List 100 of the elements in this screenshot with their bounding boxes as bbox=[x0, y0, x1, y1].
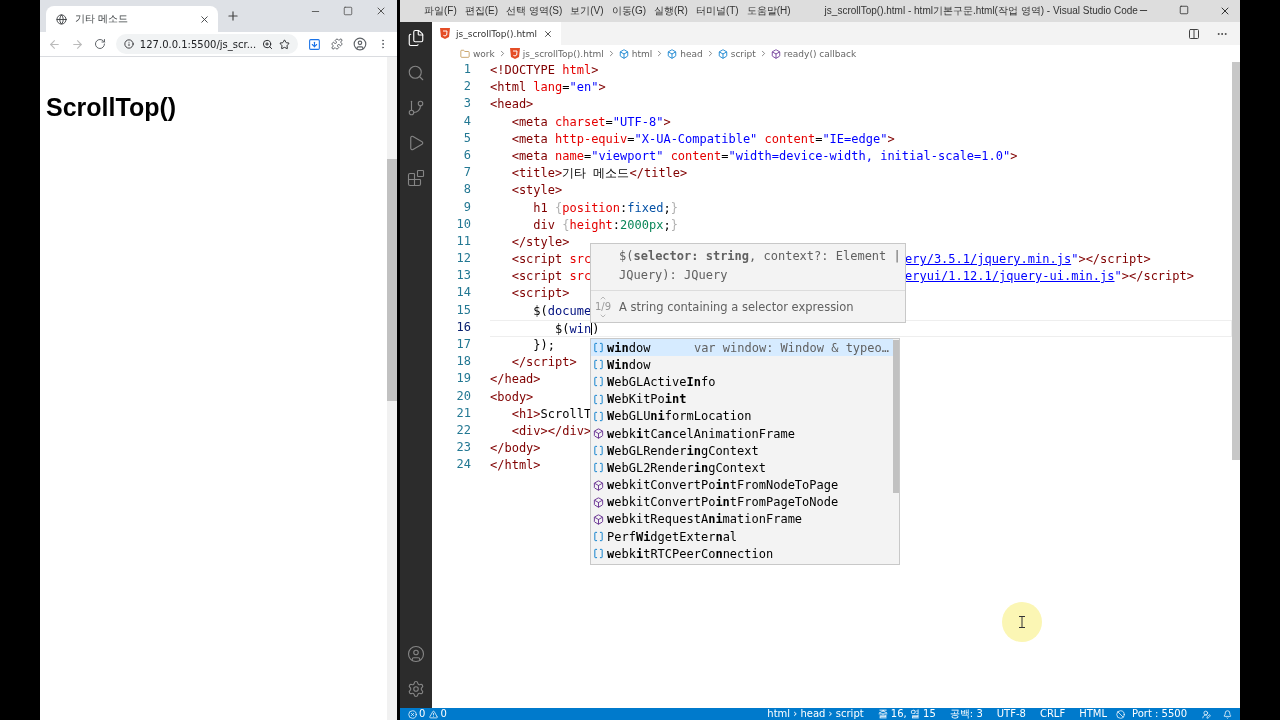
suggestion-item[interactable]: Window bbox=[591, 356, 893, 374]
cube-icon bbox=[593, 479, 604, 491]
variable-icon bbox=[593, 445, 604, 457]
line-number: 11 bbox=[455, 233, 472, 250]
breadcrumb[interactable]: ready() callback bbox=[783, 48, 857, 59]
editor-tab[interactable]: js_scrollTop().html bbox=[432, 22, 561, 45]
profile-icon[interactable] bbox=[353, 37, 368, 51]
suggestion-item[interactable]: webkitCancelAnimationFrame bbox=[591, 424, 893, 443]
search-icon[interactable] bbox=[407, 64, 425, 82]
cube-icon bbox=[618, 48, 629, 59]
files-icon[interactable] bbox=[407, 29, 425, 47]
maximize-icon[interactable] bbox=[343, 6, 353, 16]
line-number: 8 bbox=[462, 182, 472, 199]
suggestion-item[interactable]: webkitConvertPointFromPageToNode bbox=[591, 493, 893, 511]
breadcrumb[interactable]: script bbox=[730, 48, 756, 59]
feedback-icon[interactable] bbox=[1202, 709, 1211, 719]
code-line: <title>기타 메소드</title> bbox=[510, 166, 688, 182]
breadcrumb[interactable]: js_scrollTop().html bbox=[522, 48, 604, 59]
cube-icon bbox=[593, 496, 604, 508]
code-line: <script src bbox=[510, 252, 592, 268]
code-line: <html lang="en"> bbox=[490, 80, 606, 96]
suggestion-item[interactable]: WebGL2RenderingContext bbox=[591, 459, 893, 477]
suggestion-item[interactable]: window var window: Window & typeo… bbox=[591, 339, 893, 357]
close-icon[interactable] bbox=[375, 5, 387, 17]
suggestion-item[interactable]: webkitRTCPeerConnection bbox=[591, 545, 893, 563]
suggestion-item[interactable]: WebGLRenderingContext bbox=[591, 442, 893, 460]
code-line: <!DOCTYPE html> bbox=[490, 63, 599, 79]
bell-icon[interactable] bbox=[1223, 709, 1232, 719]
breadcrumb[interactable]: head bbox=[680, 48, 703, 59]
address-bar[interactable]: 127.0.0.1:5500/js_scr... bbox=[115, 34, 299, 54]
line-number: 5 bbox=[462, 130, 472, 147]
code-line: $(docume bbox=[532, 303, 592, 319]
scrollbar[interactable] bbox=[387, 57, 397, 720]
warning-icon bbox=[429, 709, 439, 719]
new-tab-icon[interactable] bbox=[226, 9, 240, 23]
split-editor-icon[interactable] bbox=[1188, 27, 1200, 40]
play-icon[interactable] bbox=[407, 134, 425, 152]
suggestion-item[interactable]: PerfWidgetExternal bbox=[591, 528, 893, 546]
status-item[interactable]: Port : 5500 bbox=[1127, 708, 1192, 720]
line-number: 20 bbox=[455, 388, 472, 405]
problem-count[interactable]: 0 bbox=[440, 708, 447, 720]
code-line: }); bbox=[532, 338, 556, 354]
code-line: div {height:2000px;} bbox=[532, 217, 678, 233]
suggestion-item[interactable]: webkitRequestAnimationFrame bbox=[591, 510, 893, 529]
maximize-icon[interactable] bbox=[1178, 5, 1189, 15]
download-icon[interactable] bbox=[308, 37, 322, 51]
cube-icon bbox=[667, 48, 678, 59]
code-line: <meta http-equiv="X-UA-Compatible" content="IE=edge"> bbox=[510, 131, 895, 147]
branch-icon[interactable] bbox=[407, 99, 425, 117]
status-item[interactable]: HTML bbox=[1074, 708, 1112, 720]
status-item[interactable]: html › head › script bbox=[762, 708, 869, 720]
info-icon bbox=[123, 39, 134, 49]
status-item[interactable]: 공백: 3 bbox=[944, 708, 988, 720]
breadcrumb[interactable]: html bbox=[631, 48, 653, 59]
problem-count[interactable]: 0 bbox=[419, 708, 426, 720]
code-line: ery/3.5.1/jquery.min.js"></script> bbox=[905, 252, 1151, 268]
menu-item[interactable]: 도움말(H) bbox=[742, 4, 795, 18]
suggestion-item[interactable]: WebGLActiveInfo bbox=[591, 373, 893, 391]
globe-icon bbox=[56, 13, 67, 25]
code-line: <head> bbox=[490, 97, 534, 113]
account-icon[interactable] bbox=[407, 645, 425, 663]
extensions-icon[interactable] bbox=[331, 38, 344, 50]
status-item[interactable]: CRLF bbox=[1034, 708, 1071, 720]
menu-item[interactable]: 실행(R) bbox=[650, 4, 692, 18]
suggestion-item[interactable]: WebGLUniformLocation bbox=[591, 407, 893, 425]
code-line: </body> bbox=[490, 441, 541, 457]
menu-item[interactable]: 터미널(T) bbox=[691, 4, 743, 18]
code-line: <meta name="viewport" content="width=device-width, initial-scale=1.0"> bbox=[510, 148, 1018, 165]
variable-icon bbox=[593, 359, 604, 371]
line-number: 9 bbox=[462, 199, 472, 216]
blocks-icon[interactable] bbox=[407, 169, 425, 187]
window-title: js_scrollTop().html - html기본구문.html(작업 영역) - Visual Studio Code bbox=[824, 4, 1138, 18]
status-item[interactable]: UTF-8 bbox=[991, 708, 1031, 720]
line-number: 19 bbox=[455, 371, 472, 388]
menu-item[interactable]: 파일(F) bbox=[420, 4, 461, 18]
suggestion-item[interactable]: WebKitPoint bbox=[591, 390, 893, 408]
variable-icon bbox=[593, 410, 604, 422]
cube-icon bbox=[770, 48, 781, 59]
line-number: 10 bbox=[455, 216, 472, 233]
line-number: 2 bbox=[462, 79, 472, 96]
line-number: 3 bbox=[462, 96, 472, 113]
menu-item[interactable]: 선택 영역(S) bbox=[502, 4, 567, 18]
suggestion-item[interactable]: webkitConvertPointFromNodeToPage bbox=[591, 476, 893, 494]
code-line: </style> bbox=[510, 234, 570, 251]
close-icon[interactable] bbox=[199, 13, 210, 25]
menu-item[interactable]: 보기(V) bbox=[566, 4, 608, 18]
status-item[interactable]: 줄 16, 열 15 bbox=[872, 708, 941, 720]
browser-tab[interactable]: 기타 메소드 bbox=[46, 6, 218, 32]
menu-item[interactable]: 편집(E) bbox=[460, 4, 503, 18]
reload-icon[interactable] bbox=[93, 38, 106, 50]
settings-icon[interactable] bbox=[407, 680, 425, 698]
line-number: 16 bbox=[455, 319, 472, 336]
error-icon bbox=[408, 709, 417, 719]
breadcrumb[interactable]: work bbox=[473, 48, 495, 59]
line-number: 14 bbox=[455, 285, 472, 302]
line-number: 21 bbox=[455, 405, 472, 422]
menu-item[interactable]: 이동(G) bbox=[607, 4, 651, 18]
star-icon[interactable] bbox=[279, 38, 291, 50]
close-icon[interactable] bbox=[542, 28, 553, 39]
zoom-icon[interactable] bbox=[262, 38, 274, 50]
